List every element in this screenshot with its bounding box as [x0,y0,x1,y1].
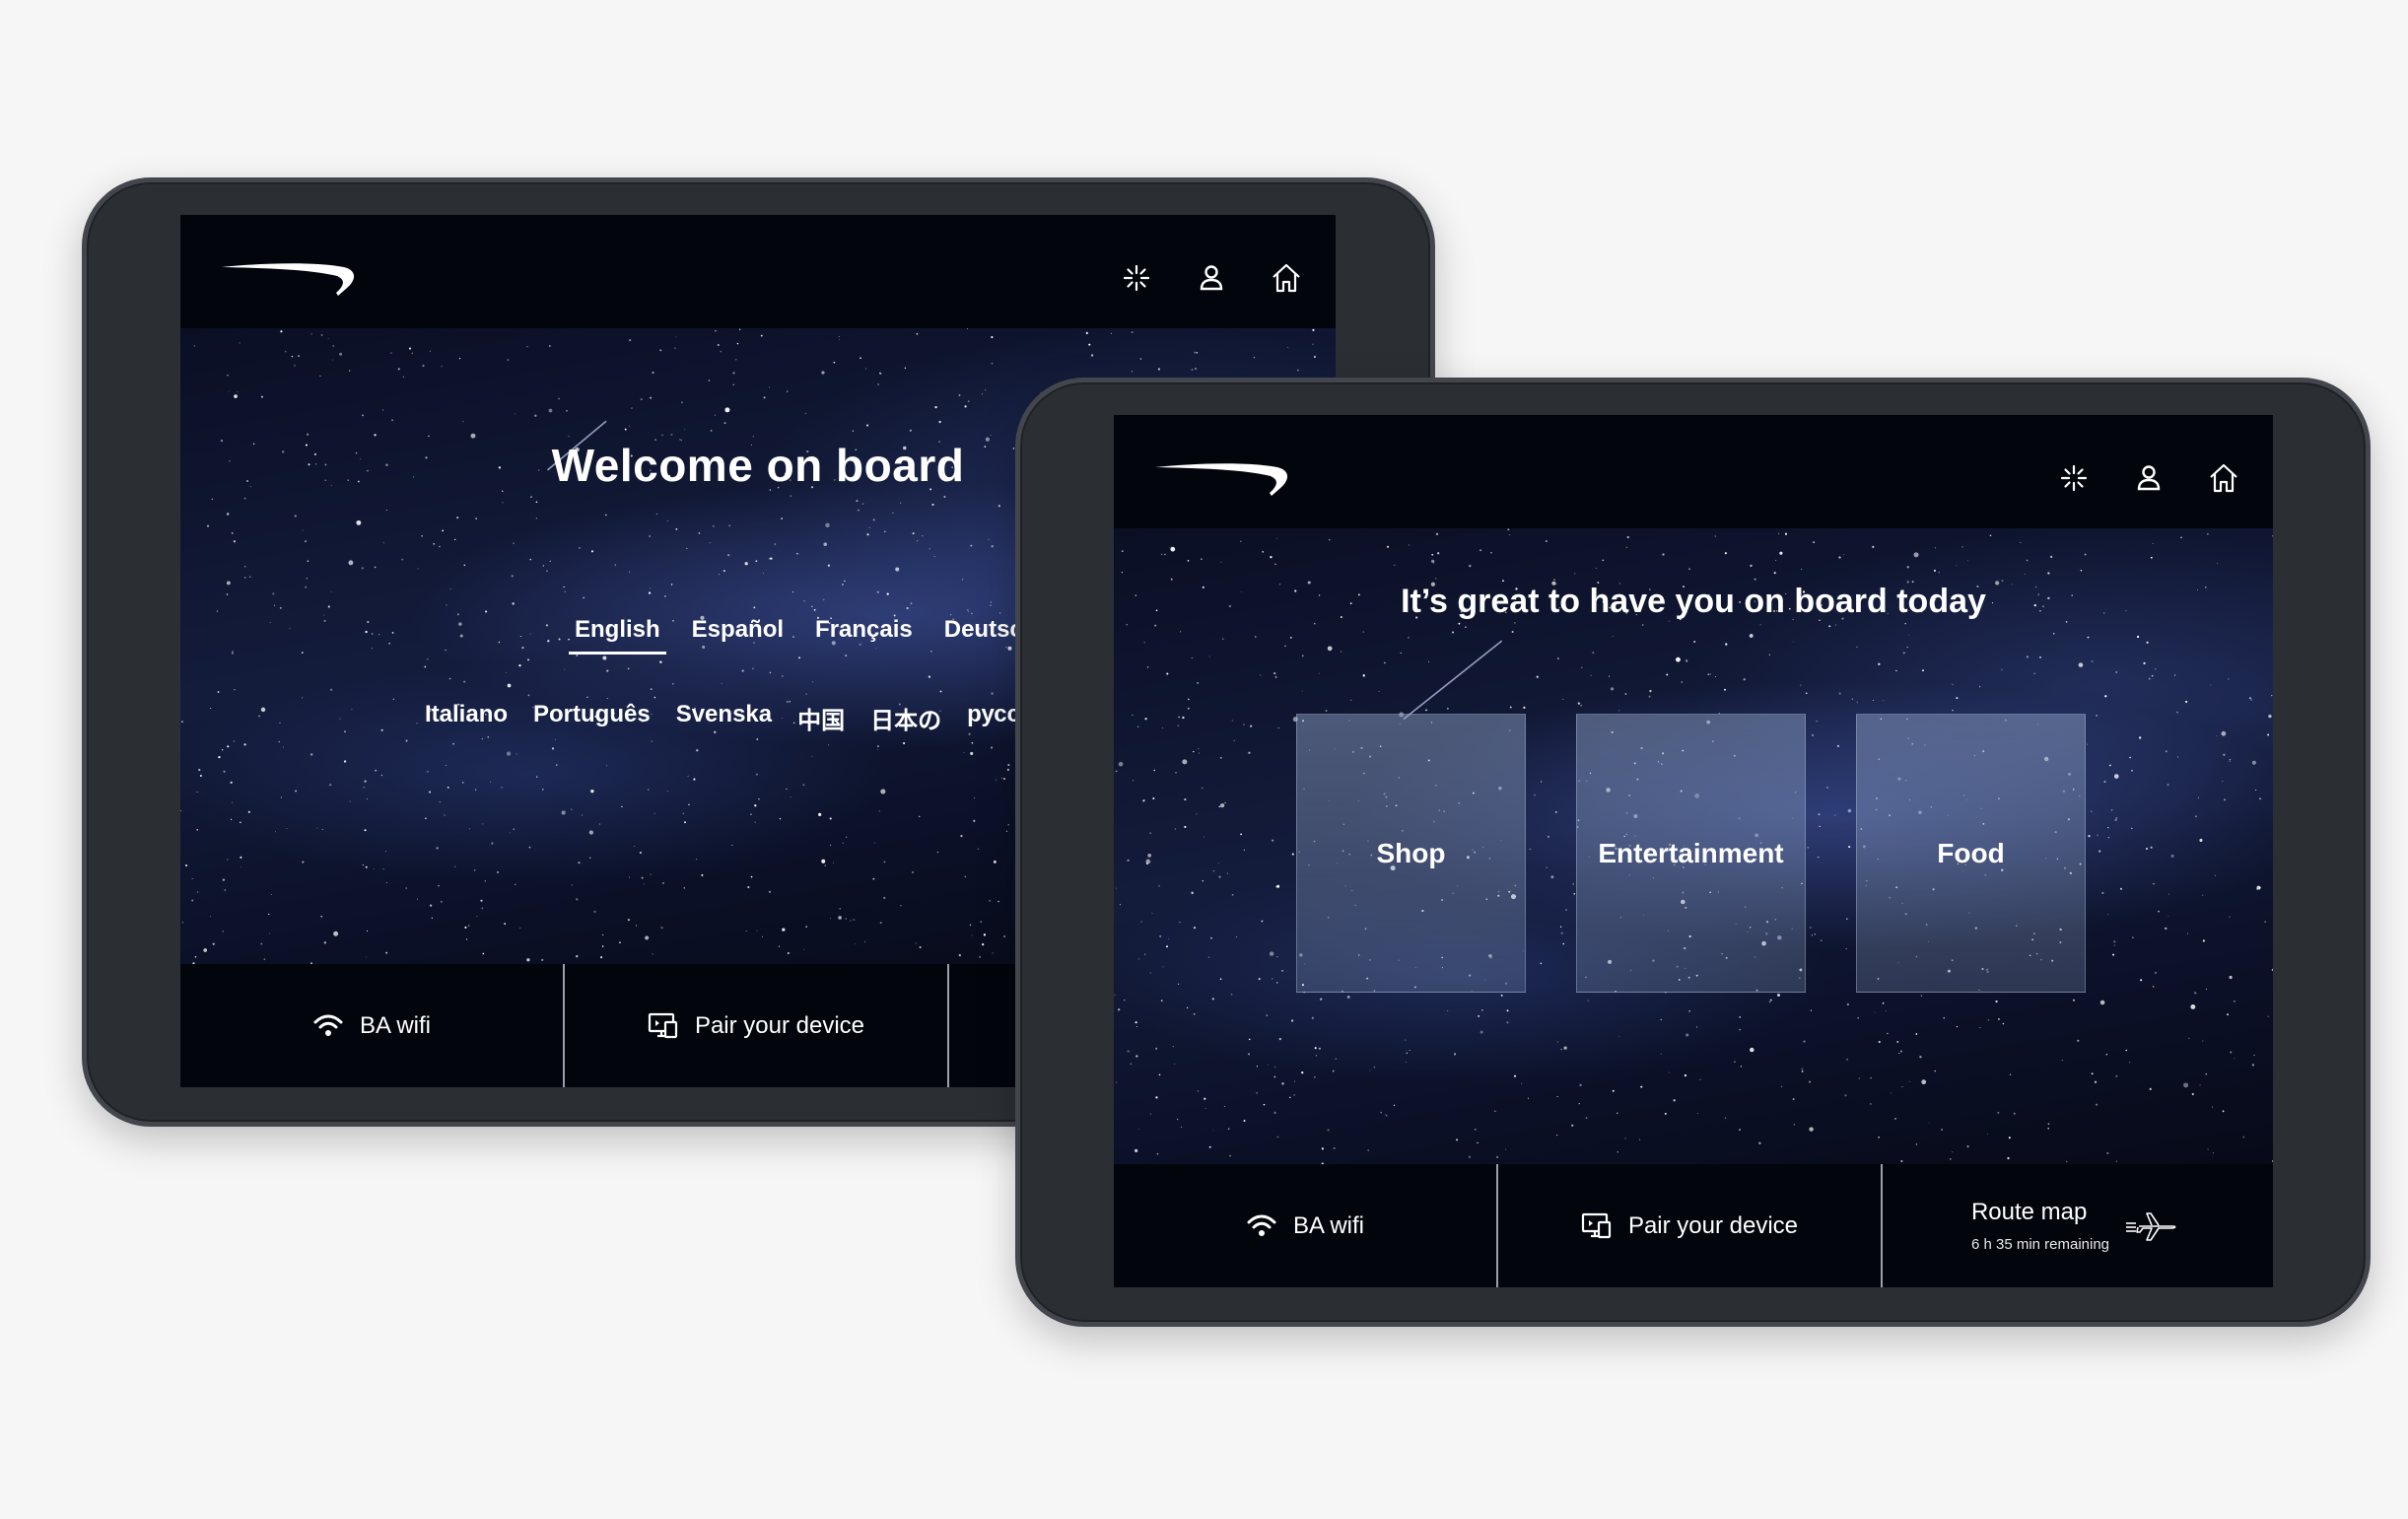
sparkle-icon[interactable] [2058,462,2090,494]
pair-device-icon [648,1012,679,1040]
language-option-english[interactable]: English [569,616,666,655]
tablet-front: It’s great to have you on board today Sh… [1015,378,2371,1327]
header-bar [180,215,1336,328]
entertainment-tile[interactable]: Entertainment [1576,714,1806,993]
pair-device-label: Pair your device [694,1011,865,1039]
pair-device-icon [1581,1212,1613,1240]
bottom-bar: BA wifi Pair your device Route map 6 h 3… [1114,1164,2273,1287]
language-option-japanese[interactable]: 日本の [870,701,941,735]
route-map-label: Route map [1970,1199,2088,1225]
shop-tile[interactable]: Shop [1296,714,1526,993]
plane-icon [2125,1210,2178,1242]
language-option-svenska[interactable]: Svenska [676,701,772,735]
language-option-portugues[interactable]: Português [533,701,651,735]
header-icons [1121,262,1302,294]
home-screen: It’s great to have you on board today Sh… [1114,415,2273,1287]
ba-wifi-label: BA wifi [1292,1211,1365,1239]
wifi-icon [312,1012,344,1040]
route-map-text: Route map 6 h 35 min remaining [1971,1199,2109,1253]
language-option-francais[interactable]: Français [809,616,919,655]
user-icon[interactable] [2133,462,2165,494]
language-row-1: English Español Français Deutsch [569,616,1043,655]
ba-wifi-button[interactable]: BA wifi [1114,1164,1498,1287]
sparkle-icon[interactable] [1121,262,1152,294]
pair-device-label: Pair your device [1627,1211,1799,1239]
stage: Welcome on board English Español Françai… [0,0,2408,1519]
wifi-icon [1246,1212,1277,1240]
user-icon[interactable] [1196,262,1227,294]
language-option-chinese[interactable]: 中国 [797,701,845,735]
time-remaining: 6 h 35 min remaining [1970,1236,2110,1253]
pair-device-button[interactable]: Pair your device [1498,1164,1883,1287]
pair-device-button[interactable]: Pair your device [565,964,949,1087]
home-icon[interactable] [1271,262,1302,294]
header-icons [2058,462,2239,494]
ba-wifi-button[interactable]: BA wifi [180,964,565,1087]
language-option-espanol[interactable]: Español [686,616,790,655]
ba-logo-icon[interactable] [1153,459,1291,499]
ba-logo-icon[interactable] [220,259,358,299]
category-tiles: Shop Entertainment Food [1296,714,2086,993]
food-tile[interactable]: Food [1856,714,2086,993]
home-icon[interactable] [2208,462,2239,494]
welcome-tagline: It’s great to have you on board today [1401,583,1986,620]
language-option-italiano[interactable]: Italiano [425,701,508,735]
ba-wifi-label: BA wifi [359,1011,432,1039]
starfield-hero: It’s great to have you on board today Sh… [1114,528,2273,1164]
language-row-2: Italiano Português Svenska 中国 日本の русски [425,701,1047,735]
route-map-button[interactable]: Route map 6 h 35 min remaining [1883,1164,2267,1287]
header-bar [1114,415,2273,528]
